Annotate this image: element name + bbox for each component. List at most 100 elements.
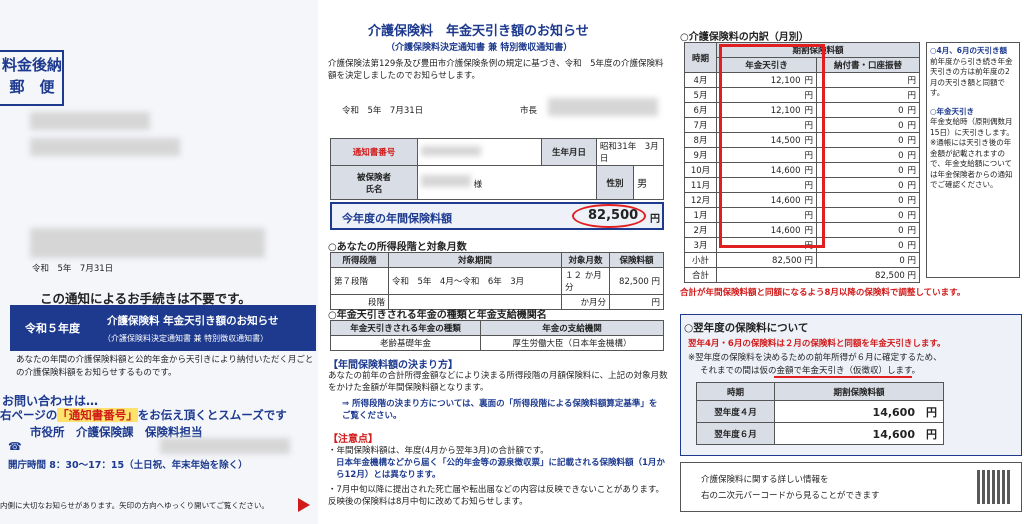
qr-text-1: 介護保険料に関する詳しい情報を xyxy=(701,475,829,485)
inquiry-line: 右ページの「通知書番号」をお伝え頂くとスムーズです xyxy=(0,407,287,423)
notice-number-label: 通知書番号 xyxy=(330,138,418,166)
month-label: 7月 xyxy=(684,117,717,133)
phone-redacted xyxy=(160,438,290,454)
month-label: 9月 xyxy=(684,147,717,163)
subtotal-pension: 82,500 円 xyxy=(716,252,817,268)
next-row-value: 14,600 円 xyxy=(774,422,944,445)
income-cell: 円 xyxy=(609,294,664,310)
next-year-body-2: それまでの間は仮の金額で年金天引き（仮徴収）します。 xyxy=(700,366,921,376)
inquiry-suffix: をお伝え頂くとスムーズです xyxy=(137,408,287,422)
side-note-1-title: ○4月、6月の天引き額 xyxy=(930,46,1007,55)
next-year-body-1: ※翌年度の保険料を決めるための前年所得が６月に確定するため、 xyxy=(688,353,942,363)
pension-col-header: 年金天引きされる年金の種類 xyxy=(330,320,481,336)
income-col-header: 所得段階 xyxy=(330,252,389,268)
income-table: 所得段階 対象期間 対象月数 保険料額 第７段階 令和 5年 4月～令和 6年 … xyxy=(330,252,664,310)
month-other: 0円 xyxy=(816,117,920,133)
qr-code-icon[interactable] xyxy=(977,470,1011,504)
next-year-title: ○翌年度の保険料について xyxy=(684,322,809,334)
breakdown-title: ○介護保険料の内訳（月別） xyxy=(680,32,809,43)
next-col-header: 期割保険料額 xyxy=(774,382,944,401)
next-row-label: 翌年度４月 xyxy=(696,400,775,423)
calc-section-title: 【年間保険料額の決まり方】 xyxy=(328,360,458,371)
total-value: 82,500 円 xyxy=(716,267,920,283)
intro-text: 介護保険法第129条及び豊田市介護保険条例の規定に基づき、令和 5年度の介護保険… xyxy=(328,59,664,81)
side-note-2-body: 年金支給時（原則偶数月15日）に天引きします。※通帳には天引き後の年金額が記載さ… xyxy=(930,117,1014,189)
month-other: 円 xyxy=(816,72,920,88)
income-cell: か月分 xyxy=(561,294,610,310)
note-2: 日本年金機構などから届く「公的年金等の源泉徴収票」に記載される保険料額（1月から… xyxy=(336,458,665,480)
inquiry-prefix: 右ページの xyxy=(0,408,58,422)
annual-premium-circle xyxy=(572,204,646,228)
annual-premium-yen: 円 xyxy=(650,214,660,225)
pension-cell: 老齢基礎年金 xyxy=(330,335,481,351)
pension-column-highlight xyxy=(719,44,825,248)
month-label: 8月 xyxy=(684,132,717,148)
income-cell: 第７段階 xyxy=(330,267,389,295)
sex-value: 男 xyxy=(633,165,664,200)
notice-title: 介護保険料 年金天引き額のお知らせ xyxy=(107,315,279,327)
monthly-breakdown-panel: ○介護保険料の内訳（月別） 時期 期割保険料額 年金天引き 納付書・口座振替 4… xyxy=(676,0,1024,524)
mayor-name-redacted xyxy=(548,98,658,116)
month-other: 円 xyxy=(816,87,920,103)
month-label: 12月 xyxy=(684,192,717,208)
doc-subtitle: （介護保険料決定通知書 兼 特別徴収通知書） xyxy=(386,43,573,53)
income-col-header: 対象期間 xyxy=(388,252,562,268)
footer-notice: 内側に大切なお知らせがあります。矢印の方向へゆっくり開いてご覧ください。 xyxy=(0,501,269,510)
doc-title: 介護保険料 年金天引き額のお知らせ xyxy=(368,24,589,39)
pension-cell: 厚生労働大臣（日本年金機構） xyxy=(480,335,664,351)
month-label: 5月 xyxy=(684,87,717,103)
side-note-2-title: ○年金天引き xyxy=(930,106,975,116)
notice-era: 令和５年度 xyxy=(25,322,80,335)
office-hours: 開庁時間 8：30～17：15（土日祝、年末年始を除く） xyxy=(8,460,248,471)
subtotal-label: 小計 xyxy=(684,252,717,268)
issue-date: 令和 5年 7月31日 xyxy=(342,106,424,116)
calc-section-link: ⇒ 所得段階の決まり方については、裏面の「所得段階による保険料額算定基準」をご覧… xyxy=(342,399,658,421)
address-redacted xyxy=(30,228,265,258)
col-period: 時期 xyxy=(684,42,717,73)
postage-label: 料金後納 郵 便 xyxy=(2,56,63,96)
month-other: 0円 xyxy=(816,177,920,193)
address-redacted xyxy=(30,112,150,130)
insured-name-label: 被保険者 氏名 xyxy=(330,165,418,200)
income-cell: １２ か月分 xyxy=(561,267,610,295)
month-other: 0円 xyxy=(816,222,920,238)
provisional-underline xyxy=(774,376,912,378)
month-label: 11月 xyxy=(684,177,717,193)
qr-info-box: 介護保険料に関する詳しい情報を 右の二次元バーコードから見ることができます xyxy=(680,462,1022,512)
pension-col-header: 年金の支給機関 xyxy=(480,320,664,336)
insured-name-value: 様 xyxy=(416,165,597,200)
income-cell: 82,500 円 xyxy=(609,267,664,295)
month-label: 4月 xyxy=(684,72,717,88)
note-3: ・7月中旬以降に提出された死亡届や転出届などの内容は反映できないことがあります。… xyxy=(328,485,665,507)
calc-section-body: あなたの前年の合計所得金額などにより決まる所得段階の月額保険料に、上記の対象月数… xyxy=(328,371,668,393)
month-label: 6月 xyxy=(684,102,717,118)
income-col-header: 保険料額 xyxy=(609,252,664,268)
month-other: 0円 xyxy=(816,162,920,178)
month-other: 0円 xyxy=(816,132,920,148)
notice-title-box: 令和５年度 介護保険料 年金天引き額のお知らせ （介護保険料決定通知書 兼 特別… xyxy=(10,305,316,351)
next-year-red: 翌年4月・6月の保険料は２月の保険料と同額を年金天引きします。 xyxy=(688,339,946,349)
dob-value: 昭和31年 3月 日 xyxy=(595,138,667,166)
side-note-1-body: 前年度から引き続き年金天引きの方は前年度の2月の天引き額と同額です。 xyxy=(930,56,1013,98)
month-label: 10月 xyxy=(684,162,717,178)
notice-detail-panel: 介護保険料 年金天引き額のお知らせ （介護保険料決定通知書 兼 特別徴収通知書）… xyxy=(320,0,672,524)
adjustment-note: 合計が年間保険料額と同額になるよう8月以降の保険料で調整しています。 xyxy=(680,288,966,298)
month-other: 0円 xyxy=(816,207,920,223)
total-label: 合計 xyxy=(684,267,717,283)
next-row-value: 14,600 円 xyxy=(774,400,944,423)
next-row-label: 翌年度６月 xyxy=(696,422,775,445)
notice-subtitle: （介護保険料決定通知書 兼 特別徴収通知書） xyxy=(103,334,269,343)
notes-title: 【注意点】 xyxy=(328,434,378,445)
month-label: 1月 xyxy=(684,207,717,223)
side-note-box: ○4月、6月の天引き額 前年度から引き続き年金天引きの方は前年度の2月の天引き額… xyxy=(926,42,1020,278)
col-other: 納付書・口座振替 xyxy=(816,57,920,73)
month-other: 0円 xyxy=(816,192,920,208)
month-label: 3月 xyxy=(684,237,717,253)
month-other: 0円 xyxy=(816,237,920,253)
income-section-title: ○あなたの所得段階と対象月数 xyxy=(328,242,467,253)
arrow-icon xyxy=(298,498,310,512)
sex-label: 性別 xyxy=(595,165,635,200)
annual-premium-box: 今年度の年間保険料額 82,500 円 xyxy=(330,202,664,230)
month-other: 0円 xyxy=(816,102,920,118)
insured-info-table: 通知書番号 生年月日 昭和31年 3月 日 被保険者 氏名 様 性別 男 xyxy=(330,138,667,200)
